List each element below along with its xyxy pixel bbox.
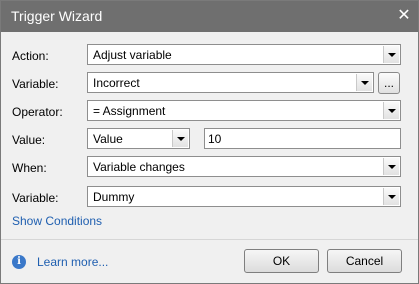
variable-select[interactable]: Incorrect [87,72,374,93]
close-icon[interactable]: ✕ [396,8,412,24]
chevron-down-icon[interactable] [383,46,399,63]
ok-button[interactable]: OK [244,249,319,273]
value-type: Value [93,132,123,146]
chevron-down-icon[interactable] [383,102,399,119]
cancel-button[interactable]: Cancel [327,249,402,273]
chevron-down-icon[interactable] [383,158,399,175]
browse-variable-button[interactable]: ... [378,72,400,94]
action-select[interactable]: Adjust variable [87,44,401,65]
info-icon: i [12,255,26,269]
value-type-select[interactable]: Value [87,128,190,149]
learn-more-link[interactable]: Learn more... [37,255,108,269]
title-bar: Trigger Wizard ✕ [1,1,418,32]
operator-select[interactable]: = Assignment [87,100,401,121]
show-conditions-link[interactable]: Show Conditions [12,214,102,228]
when-select[interactable]: Variable changes [87,156,401,177]
operator-value: = Assignment [93,104,166,118]
operator-label: Operator: [12,105,63,119]
when-variable-select[interactable]: Dummy [87,186,401,207]
dialog-title: Trigger Wizard [11,8,103,24]
when-variable-label: Variable: [12,191,59,205]
value-label: Value: [12,133,46,147]
action-label: Action: [12,49,49,63]
variable-label: Variable: [12,77,59,91]
action-value: Adjust variable [93,48,172,62]
chevron-down-icon[interactable] [356,74,372,91]
variable-value: Incorrect [93,76,140,90]
value-input[interactable]: 10 [204,128,401,149]
when-value: Variable changes [93,160,185,174]
chevron-down-icon[interactable] [172,130,188,147]
when-variable-value: Dummy [93,190,135,204]
chevron-down-icon[interactable] [383,188,399,205]
when-label: When: [12,161,47,175]
value-amount: 10 [208,132,222,146]
trigger-wizard-dialog: Trigger Wizard ✕ Action: Adjust variable… [0,0,419,284]
